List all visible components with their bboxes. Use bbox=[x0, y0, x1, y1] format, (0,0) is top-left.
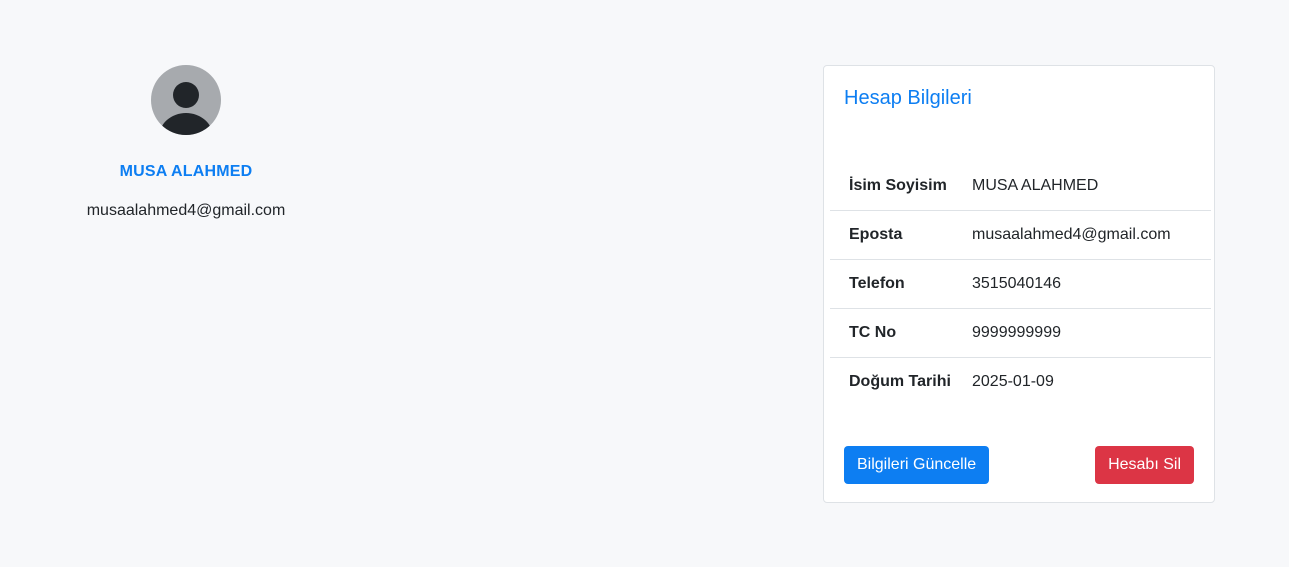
row-label-phone: Telefon bbox=[830, 259, 972, 309]
card-title: Hesap Bilgileri bbox=[844, 87, 972, 109]
profile-name: MUSA ALAHMED bbox=[119, 163, 253, 180]
user-avatar-icon bbox=[151, 65, 221, 135]
table-row: İsim Soyisim MUSA ALAHMED bbox=[830, 162, 1211, 211]
profile-email: musaalahmed4@gmail.com bbox=[86, 202, 286, 219]
row-value-birth-date: 2025-01-09 bbox=[972, 357, 1211, 406]
table-row: Telefon 3515040146 bbox=[830, 259, 1211, 309]
row-label-birth-date: Doğum Tarihi bbox=[830, 357, 972, 406]
table-row: TC No 9999999999 bbox=[830, 308, 1211, 358]
account-info-table: İsim Soyisim MUSA ALAHMED Eposta musaala… bbox=[830, 162, 1211, 406]
table-row: Doğum Tarihi 2025-01-09 bbox=[830, 357, 1211, 406]
account-info-card: Hesap Bilgileri İsim Soyisim MUSA ALAHME… bbox=[823, 65, 1215, 503]
row-label-tc-no: TC No bbox=[830, 308, 972, 358]
row-value-email: musaalahmed4@gmail.com bbox=[972, 210, 1211, 260]
row-label-name: İsim Soyisim bbox=[849, 177, 947, 194]
delete-account-button[interactable]: Hesabı Sil bbox=[1095, 446, 1194, 484]
row-label-email: Eposta bbox=[830, 210, 972, 260]
table-row: Eposta musaalahmed4@gmail.com bbox=[830, 210, 1211, 260]
update-info-button[interactable]: Bilgileri Güncelle bbox=[844, 446, 990, 484]
row-value-tc-no: 9999999999 bbox=[972, 308, 1211, 358]
row-value-name: MUSA ALAHMED bbox=[972, 177, 1099, 194]
row-value-phone: 3515040146 bbox=[972, 259, 1211, 309]
profile-section: MUSA ALAHMED musaalahmed4@gmail.com bbox=[56, 65, 316, 220]
